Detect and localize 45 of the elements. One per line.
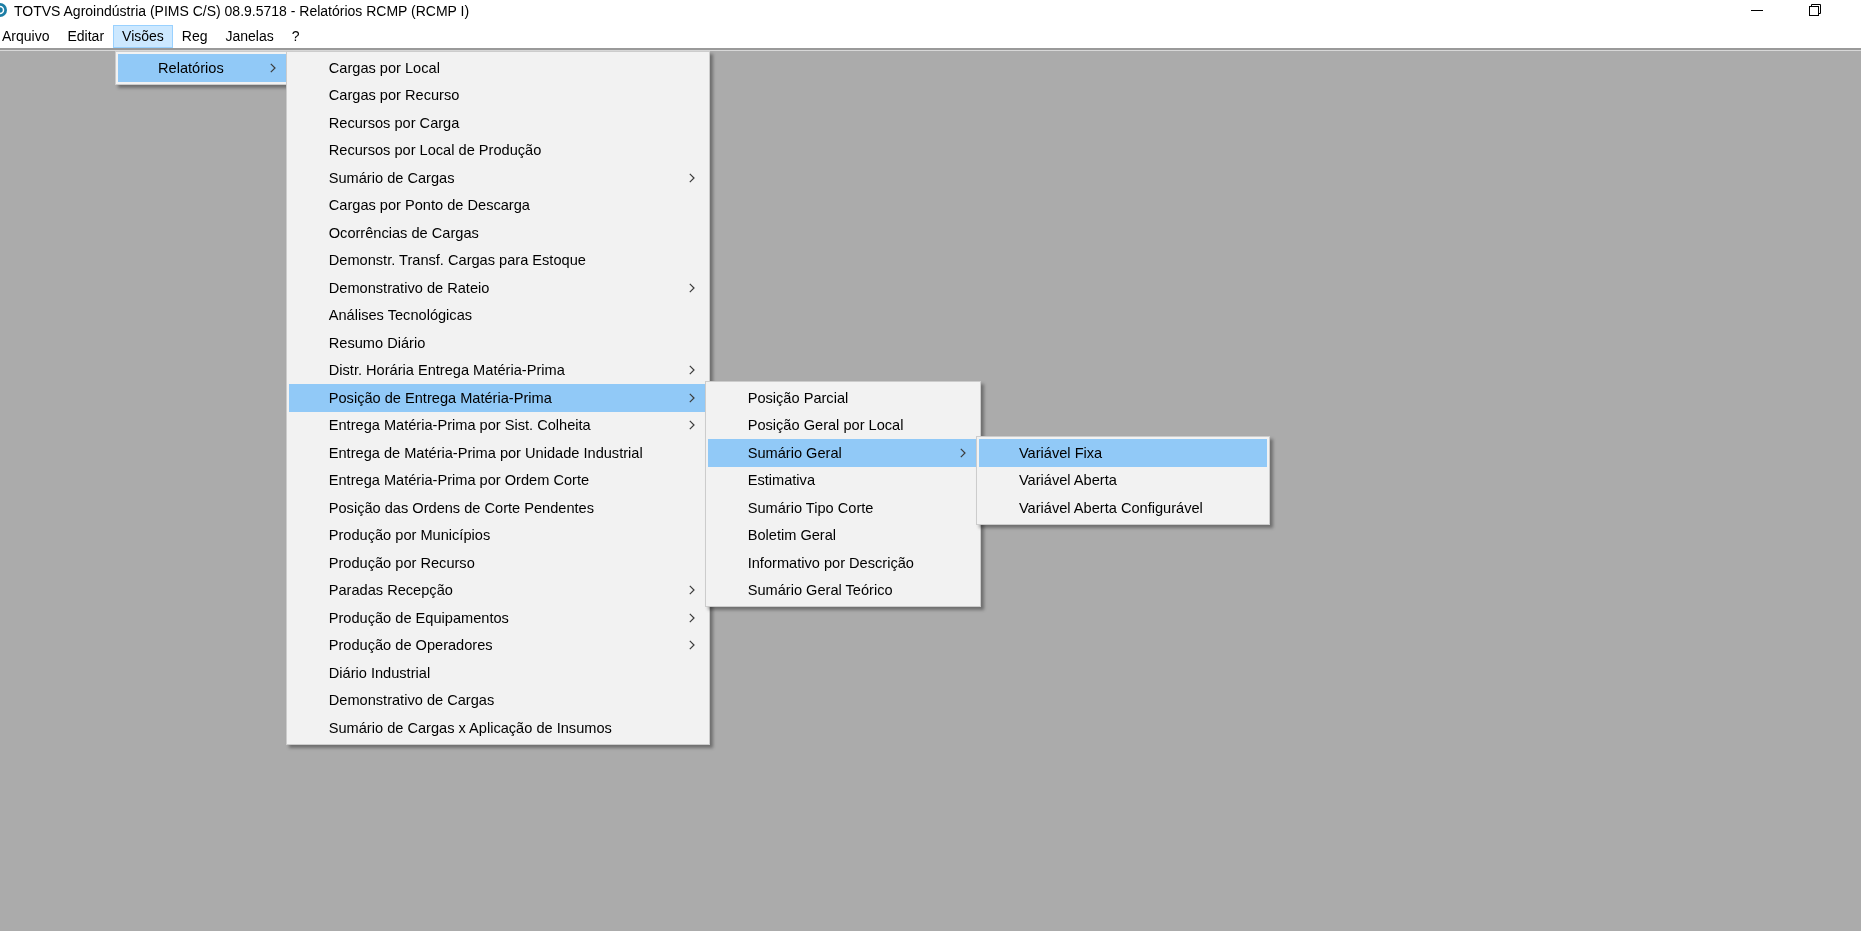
menu-item[interactable]: Resumo Diário [288,329,707,357]
menu-item[interactable]: Análises Tecnológicas [288,301,707,329]
menu-item[interactable]: Entrega Matéria-Prima por Sist. Colheita [288,411,707,439]
window-title: TOTVS Agroindústria (PIMS C/S) 08.9.5718 - Relatórios RCMP (RCMP I) [14,3,470,19]
menu-bar-item[interactable]: ? [282,25,309,48]
menu-item[interactable]: Entrega Matéria-Prima por Ordem Corte [288,466,707,494]
menu-item[interactable]: Informativo por Descrição [707,549,978,577]
menu-item[interactable]: Demonstrativo de Rateio [288,274,707,302]
menu-item[interactable]: Diário Industrial [288,659,707,687]
menu-item[interactable]: Demonstrativo de Cargas [288,686,707,714]
menu-item[interactable]: Variável Fixa [978,439,1267,467]
menu-item[interactable]: Estimativa [707,466,978,494]
menu-item[interactable]: Entrega de Matéria-Prima por Unidade Industrial [288,439,707,467]
menu-item[interactable]: Produção por Municípios [288,521,707,549]
menu-item[interactable]: Posição das Ordens de Corte Pendentes [288,494,707,522]
menu-bar-item[interactable]: Reg [172,25,217,48]
menu-bar-item[interactable]: Editar [58,25,114,48]
menu-item[interactable]: Demonstr. Transf. Cargas para Estoque [288,246,707,274]
menu-item[interactable]: Sumário Geral [707,439,978,467]
restore-icon [1809,4,1821,16]
menu-item[interactable]: Posição Geral por Local [707,411,978,439]
menu-item[interactable]: Cargas por Local [288,54,707,82]
menu-item[interactable]: Recursos por Carga [288,109,707,137]
menu-item[interactable]: Produção de Operadores [288,631,707,659]
minimize-icon [1751,9,1763,11]
menu-item[interactable]: Sumário Tipo Corte [707,494,978,522]
menu-item[interactable]: Recursos por Local de Produção [288,136,707,164]
menu-item[interactable]: Variável Aberta Configurável [978,494,1267,522]
menu-item[interactable]: Sumário de Cargas [288,164,707,192]
menu-item[interactable]: Posição Parcial [707,384,978,412]
menu-item[interactable]: Ocorrências de Cargas [288,219,707,247]
menu-item[interactable]: Produção de Equipamentos [288,604,707,632]
menu-item[interactable]: Relatórios [118,54,288,82]
menu-item[interactable]: Paradas Recepção [288,576,707,604]
menu-item[interactable]: Variável Aberta [978,466,1267,494]
menu-bar-item[interactable]: Janelas [216,25,283,48]
menu-item[interactable]: Posição de Entrega Matéria-Prima [288,384,707,412]
menu-item[interactable]: Sumário Geral Teórico [707,576,978,604]
menu-item[interactable]: Cargas por Recurso [288,81,707,109]
menu-bar-item[interactable]: Arquivo [0,25,59,48]
menu-item[interactable]: Produção por Recurso [288,549,707,577]
menu-item[interactable]: Cargas por Ponto de Descarga [288,191,707,219]
menu-bar-item[interactable]: Visões [113,25,173,48]
menu-item[interactable]: Sumário de Cargas x Aplicação de Insumos [288,714,707,742]
menu-item[interactable]: Boletim Geral [707,521,978,549]
